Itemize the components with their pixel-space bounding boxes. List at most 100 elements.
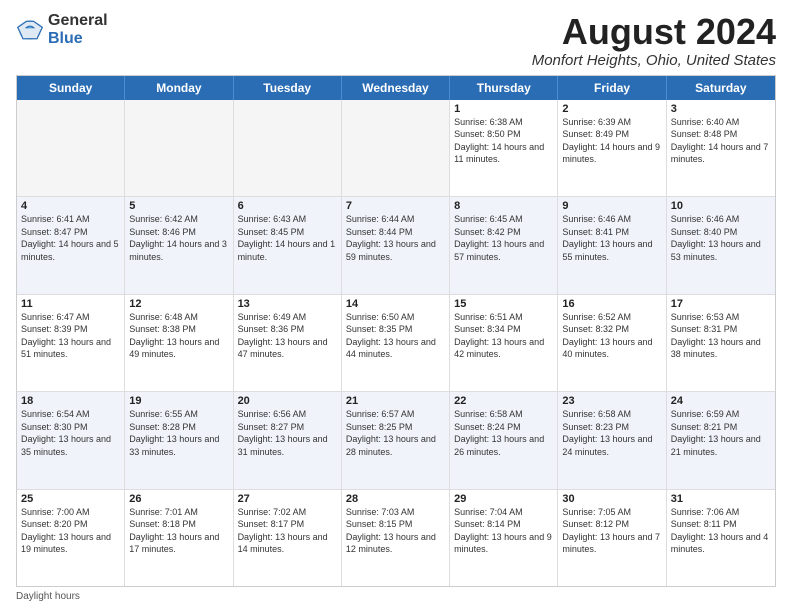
- day-number: 12: [129, 298, 228, 310]
- daylight-label: Daylight hours: [16, 591, 80, 602]
- day-number: 9: [562, 200, 661, 212]
- cell-info: Sunrise: 6:56 AM Sunset: 8:27 PM Dayligh…: [238, 408, 337, 458]
- logo-blue: Blue: [48, 30, 83, 47]
- cell-info: Sunrise: 6:47 AM Sunset: 8:39 PM Dayligh…: [21, 311, 120, 361]
- day-header-sunday: Sunday: [17, 76, 125, 100]
- day-number: 16: [562, 298, 661, 310]
- calendar-cell: [234, 100, 342, 196]
- day-number: 25: [21, 493, 120, 505]
- calendar-cell: 28Sunrise: 7:03 AM Sunset: 8:15 PM Dayli…: [342, 490, 450, 586]
- calendar-cell: 31Sunrise: 7:06 AM Sunset: 8:11 PM Dayli…: [667, 490, 775, 586]
- month-title: August 2024: [532, 12, 776, 52]
- calendar-cell: 23Sunrise: 6:58 AM Sunset: 8:23 PM Dayli…: [558, 392, 666, 488]
- calendar-cell: 5Sunrise: 6:42 AM Sunset: 8:46 PM Daylig…: [125, 197, 233, 293]
- cell-info: Sunrise: 6:49 AM Sunset: 8:36 PM Dayligh…: [238, 311, 337, 361]
- calendar-body: 1Sunrise: 6:38 AM Sunset: 8:50 PM Daylig…: [17, 100, 775, 586]
- day-number: 2: [562, 103, 661, 115]
- cell-info: Sunrise: 7:03 AM Sunset: 8:15 PM Dayligh…: [346, 506, 445, 556]
- calendar-cell: 14Sunrise: 6:50 AM Sunset: 8:35 PM Dayli…: [342, 295, 450, 391]
- cell-info: Sunrise: 6:58 AM Sunset: 8:24 PM Dayligh…: [454, 408, 553, 458]
- cell-info: Sunrise: 6:39 AM Sunset: 8:49 PM Dayligh…: [562, 116, 661, 166]
- page: General Blue August 2024 Monfort Heights…: [0, 0, 792, 612]
- cell-info: Sunrise: 7:00 AM Sunset: 8:20 PM Dayligh…: [21, 506, 120, 556]
- calendar-week-row: 18Sunrise: 6:54 AM Sunset: 8:30 PM Dayli…: [17, 392, 775, 489]
- cell-info: Sunrise: 6:52 AM Sunset: 8:32 PM Dayligh…: [562, 311, 661, 361]
- day-header-tuesday: Tuesday: [234, 76, 342, 100]
- calendar-cell: 16Sunrise: 6:52 AM Sunset: 8:32 PM Dayli…: [558, 295, 666, 391]
- logo: General Blue: [16, 12, 108, 47]
- calendar-cell: 1Sunrise: 6:38 AM Sunset: 8:50 PM Daylig…: [450, 100, 558, 196]
- cell-info: Sunrise: 6:46 AM Sunset: 8:40 PM Dayligh…: [671, 213, 771, 263]
- cell-info: Sunrise: 6:59 AM Sunset: 8:21 PM Dayligh…: [671, 408, 771, 458]
- calendar-week-row: 11Sunrise: 6:47 AM Sunset: 8:39 PM Dayli…: [17, 295, 775, 392]
- day-header-friday: Friday: [558, 76, 666, 100]
- cell-info: Sunrise: 6:38 AM Sunset: 8:50 PM Dayligh…: [454, 116, 553, 166]
- calendar-cell: [17, 100, 125, 196]
- day-number: 17: [671, 298, 771, 310]
- day-number: 8: [454, 200, 553, 212]
- day-number: 24: [671, 395, 771, 407]
- calendar-cell: 18Sunrise: 6:54 AM Sunset: 8:30 PM Dayli…: [17, 392, 125, 488]
- cell-info: Sunrise: 7:04 AM Sunset: 8:14 PM Dayligh…: [454, 506, 553, 556]
- header: General Blue August 2024 Monfort Heights…: [16, 12, 776, 69]
- day-number: 14: [346, 298, 445, 310]
- cell-info: Sunrise: 6:45 AM Sunset: 8:42 PM Dayligh…: [454, 213, 553, 263]
- cell-info: Sunrise: 6:48 AM Sunset: 8:38 PM Dayligh…: [129, 311, 228, 361]
- calendar-cell: 22Sunrise: 6:58 AM Sunset: 8:24 PM Dayli…: [450, 392, 558, 488]
- location: Monfort Heights, Ohio, United States: [532, 52, 776, 69]
- calendar-cell: 29Sunrise: 7:04 AM Sunset: 8:14 PM Dayli…: [450, 490, 558, 586]
- calendar-cell: 8Sunrise: 6:45 AM Sunset: 8:42 PM Daylig…: [450, 197, 558, 293]
- day-number: 22: [454, 395, 553, 407]
- day-number: 29: [454, 493, 553, 505]
- logo-text: General Blue: [48, 12, 108, 47]
- calendar-cell: 3Sunrise: 6:40 AM Sunset: 8:48 PM Daylig…: [667, 100, 775, 196]
- day-number: 11: [21, 298, 120, 310]
- day-number: 27: [238, 493, 337, 505]
- cell-info: Sunrise: 7:06 AM Sunset: 8:11 PM Dayligh…: [671, 506, 771, 556]
- calendar-cell: 9Sunrise: 6:46 AM Sunset: 8:41 PM Daylig…: [558, 197, 666, 293]
- cell-info: Sunrise: 6:55 AM Sunset: 8:28 PM Dayligh…: [129, 408, 228, 458]
- calendar-cell: 24Sunrise: 6:59 AM Sunset: 8:21 PM Dayli…: [667, 392, 775, 488]
- calendar-cell: 15Sunrise: 6:51 AM Sunset: 8:34 PM Dayli…: [450, 295, 558, 391]
- calendar-header-row: SundayMondayTuesdayWednesdayThursdayFrid…: [17, 76, 775, 100]
- day-header-monday: Monday: [125, 76, 233, 100]
- cell-info: Sunrise: 6:50 AM Sunset: 8:35 PM Dayligh…: [346, 311, 445, 361]
- cell-info: Sunrise: 6:54 AM Sunset: 8:30 PM Dayligh…: [21, 408, 120, 458]
- cell-info: Sunrise: 6:57 AM Sunset: 8:25 PM Dayligh…: [346, 408, 445, 458]
- calendar-cell: 11Sunrise: 6:47 AM Sunset: 8:39 PM Dayli…: [17, 295, 125, 391]
- day-number: 23: [562, 395, 661, 407]
- day-number: 6: [238, 200, 337, 212]
- day-number: 28: [346, 493, 445, 505]
- cell-info: Sunrise: 7:05 AM Sunset: 8:12 PM Dayligh…: [562, 506, 661, 556]
- cell-info: Sunrise: 6:46 AM Sunset: 8:41 PM Dayligh…: [562, 213, 661, 263]
- calendar-cell: 30Sunrise: 7:05 AM Sunset: 8:12 PM Dayli…: [558, 490, 666, 586]
- day-number: 20: [238, 395, 337, 407]
- calendar-cell: 27Sunrise: 7:02 AM Sunset: 8:17 PM Dayli…: [234, 490, 342, 586]
- cell-info: Sunrise: 7:02 AM Sunset: 8:17 PM Dayligh…: [238, 506, 337, 556]
- calendar-cell: 13Sunrise: 6:49 AM Sunset: 8:36 PM Dayli…: [234, 295, 342, 391]
- calendar-cell: 17Sunrise: 6:53 AM Sunset: 8:31 PM Dayli…: [667, 295, 775, 391]
- day-header-thursday: Thursday: [450, 76, 558, 100]
- calendar-cell: 10Sunrise: 6:46 AM Sunset: 8:40 PM Dayli…: [667, 197, 775, 293]
- calendar-cell: 2Sunrise: 6:39 AM Sunset: 8:49 PM Daylig…: [558, 100, 666, 196]
- day-number: 13: [238, 298, 337, 310]
- cell-info: Sunrise: 6:51 AM Sunset: 8:34 PM Dayligh…: [454, 311, 553, 361]
- calendar-week-row: 1Sunrise: 6:38 AM Sunset: 8:50 PM Daylig…: [17, 100, 775, 197]
- day-number: 10: [671, 200, 771, 212]
- calendar-cell: 19Sunrise: 6:55 AM Sunset: 8:28 PM Dayli…: [125, 392, 233, 488]
- day-number: 4: [21, 200, 120, 212]
- day-number: 1: [454, 103, 553, 115]
- cell-info: Sunrise: 6:43 AM Sunset: 8:45 PM Dayligh…: [238, 213, 337, 263]
- day-number: 26: [129, 493, 228, 505]
- day-header-saturday: Saturday: [667, 76, 775, 100]
- calendar: SundayMondayTuesdayWednesdayThursdayFrid…: [16, 75, 776, 587]
- cell-info: Sunrise: 6:42 AM Sunset: 8:46 PM Dayligh…: [129, 213, 228, 263]
- logo-icon: [16, 16, 44, 44]
- cell-info: Sunrise: 6:53 AM Sunset: 8:31 PM Dayligh…: [671, 311, 771, 361]
- day-number: 3: [671, 103, 771, 115]
- day-number: 31: [671, 493, 771, 505]
- calendar-cell: 6Sunrise: 6:43 AM Sunset: 8:45 PM Daylig…: [234, 197, 342, 293]
- calendar-cell: 26Sunrise: 7:01 AM Sunset: 8:18 PM Dayli…: [125, 490, 233, 586]
- day-number: 21: [346, 395, 445, 407]
- cell-info: Sunrise: 6:40 AM Sunset: 8:48 PM Dayligh…: [671, 116, 771, 166]
